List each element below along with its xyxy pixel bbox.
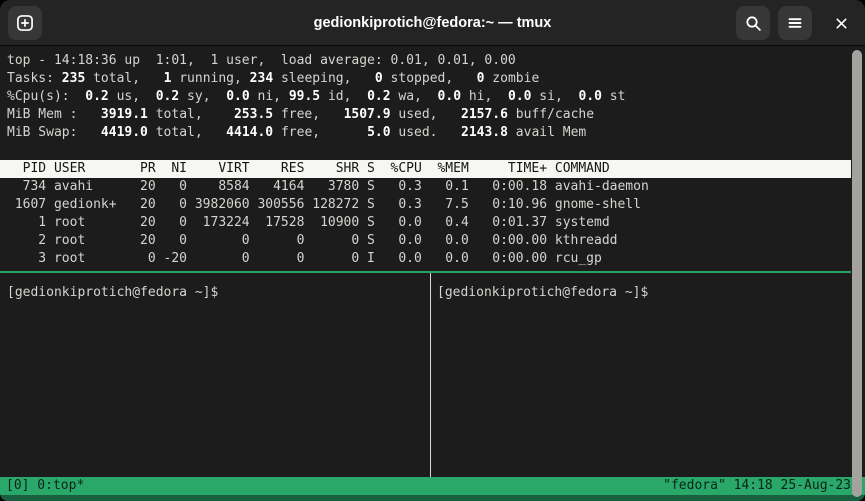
top-summary-line: Tasks: 235 total, 1 running, 234 sleepin… [7,71,540,86]
process-row: 3 root 0 -20 0 0 0 I 0.0 0.0 0:00.00 rcu… [7,251,602,266]
hamburger-menu-icon [788,18,802,28]
search-button[interactable] [736,6,770,40]
top-summary-line: %Cpu(s): 0.2 us, 0.2 sy, 0.0 ni, 99.5 id… [7,89,626,104]
terminal-window: gedionkiprotich@fedora:~ — tmux top - 14… [0,0,865,501]
close-button[interactable] [824,6,858,40]
titlebar[interactable]: gedionkiprotich@fedora:~ — tmux [0,0,865,46]
tmux-pane-border-horizontal[interactable] [0,271,851,273]
process-row: 1 root 20 0 173224 17528 10900 S 0.0 0.4… [7,215,610,230]
scrollbar-thumb[interactable] [852,50,862,497]
close-icon [835,17,847,29]
menu-button[interactable] [778,6,812,40]
terminal-content[interactable]: top - 14:18:36 up 1:01, 1 user, load ave… [0,46,865,501]
process-row: 734 avahi 20 0 8584 4164 3780 S 0.3 0.1 … [7,179,649,194]
process-row: 1607 gedionk+ 20 0 3982060 300556 128272… [7,197,641,212]
top-summary-line: MiB Mem : 3919.1 total, 253.5 free, 1507… [7,107,595,122]
process-row: 2 root 20 0 0 0 0 S 0.0 0.0 0:00.00 kthr… [7,233,618,248]
shell-prompt-left[interactable]: [gedionkiprotich@fedora ~]$ [7,284,218,302]
new-tab-button[interactable] [8,6,42,40]
tmux-pane-border-vertical[interactable] [430,273,431,477]
search-icon [745,15,761,31]
new-tab-icon [17,15,33,31]
shell-prompt-right[interactable]: [gedionkiprotich@fedora ~]$ [437,284,648,302]
tmux-window-list[interactable]: [0] 0:top* [6,477,84,495]
tmux-status-bar: [0] 0:top* "fedora" 14:18 25-Aug-23 [0,477,865,495]
top-pane[interactable]: top - 14:18:36 up 1:01, 1 user, load ave… [0,52,851,268]
tmux-status-right: "fedora" 14:18 25-Aug-23 [663,478,851,493]
process-table-header: PID USER PR NI VIRT RES SHR S %CPU %MEM … [0,160,851,178]
top-summary-line: top - 14:18:36 up 1:01, 1 user, load ave… [7,53,516,68]
top-summary-line: MiB Swap: 4419.0 total, 4414.0 free, 5.0… [7,125,587,140]
status-bar-edge [0,495,865,501]
window-title: gedionkiprotich@fedora:~ — tmux [313,15,552,31]
